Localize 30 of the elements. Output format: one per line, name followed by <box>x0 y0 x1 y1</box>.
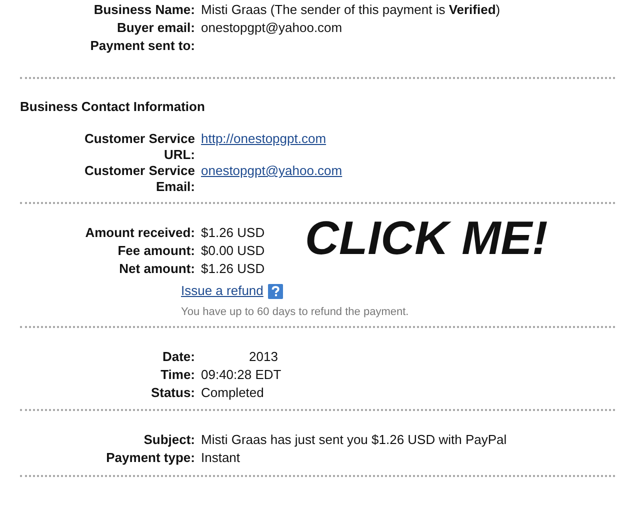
field-label: Date: <box>161 349 195 365</box>
field-value: $1.26 USD <box>201 225 265 241</box>
field-label: Customer Service URL: <box>83 131 195 163</box>
field-link[interactable]: http://onestopgpt.com <box>201 131 326 147</box>
field-label: Status: <box>150 385 195 401</box>
refund-link[interactable]: Issue a refund <box>181 283 264 299</box>
help-icon[interactable] <box>268 284 284 298</box>
field-label: Payment type: <box>105 450 195 466</box>
field-value: $0.00 USD <box>201 243 265 259</box>
field-value: $1.26 USD <box>201 261 265 277</box>
click-me-banner[interactable]: CLICK ME! <box>305 210 548 266</box>
field-value: Completed <box>201 385 264 401</box>
field-value: 09:40:28 EDT <box>201 367 282 383</box>
field-label: Business Name: <box>92 2 195 18</box>
field-label: Amount received: <box>84 225 195 241</box>
field-label: Time: <box>160 367 195 383</box>
field-value: 2013 <box>248 349 278 365</box>
field-value: Misti Graas (The sender of this payment is Verified) <box>201 2 500 18</box>
field-label: Customer Service Email: <box>83 163 195 195</box>
field-value: onestopgpt@yahoo.com <box>201 20 342 36</box>
refund-note: You have up to 60 days to refund the payment. <box>181 305 410 319</box>
field-label: Buyer email: <box>116 20 195 36</box>
field-label: Fee amount: <box>116 243 195 259</box>
field-label: Net amount: <box>118 261 195 277</box>
section-heading: Business Contact Information <box>20 99 206 115</box>
field-label: Subject: <box>142 432 195 448</box>
field-value: Misti Graas has just sent you $1.26 USD with PayPal <box>201 432 507 448</box>
field-label: Payment sent to: <box>89 38 195 54</box>
field-value: Instant <box>201 450 240 466</box>
field-link[interactable]: onestopgpt@yahoo.com <box>201 163 342 179</box>
